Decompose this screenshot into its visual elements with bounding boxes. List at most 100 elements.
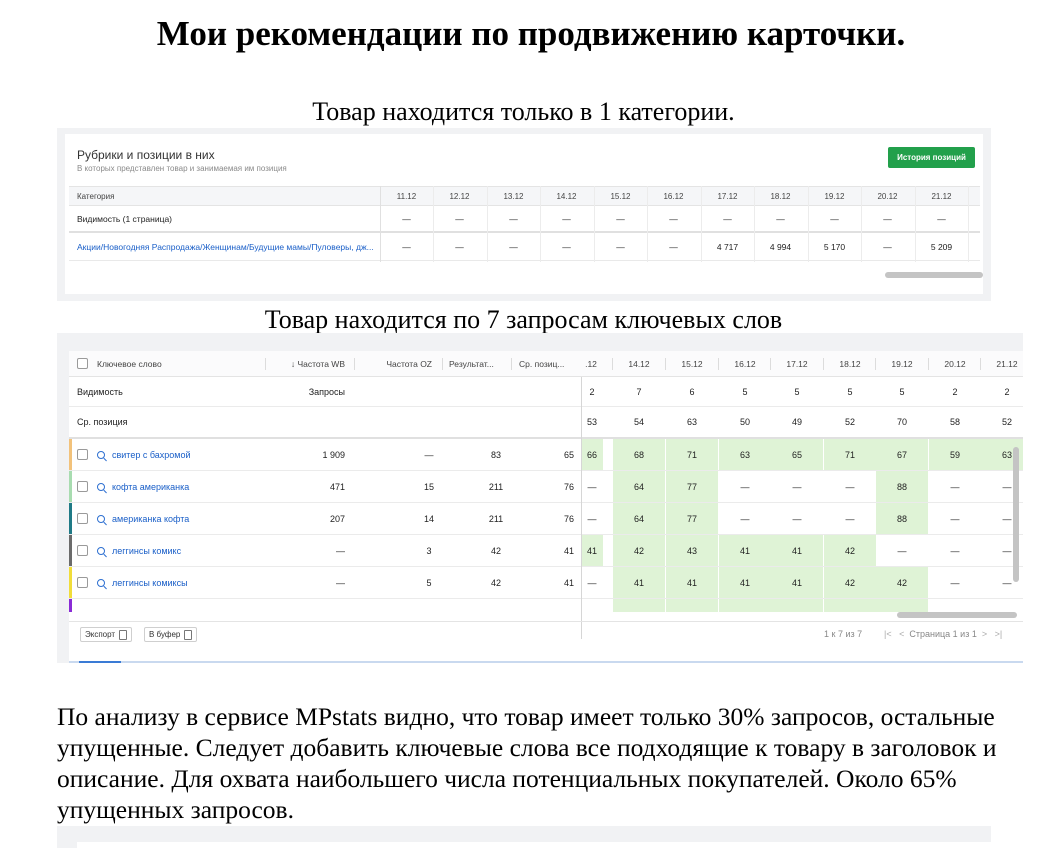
position-value: — bbox=[562, 242, 571, 252]
search-icon[interactable] bbox=[97, 514, 105, 523]
freq-wb-value: 207 bbox=[329, 513, 345, 524]
date-column-header[interactable]: 19.12 bbox=[876, 351, 928, 376]
search-icon[interactable] bbox=[97, 482, 105, 491]
keyword-row[interactable]: леггинсы комикс —3 42 41 41 42 43 41 41 42— — — bbox=[69, 535, 1023, 567]
keyword-row[interactable]: леггинсы комиксы —5 42 41—41 41 41 41 42 42— — bbox=[69, 567, 1023, 599]
keyword-cell[interactable]: свитер с бахромой bbox=[77, 439, 262, 470]
position-value: — bbox=[897, 545, 907, 556]
position-value-partial bbox=[824, 599, 876, 612]
row-checkbox[interactable] bbox=[77, 513, 88, 524]
date-column-header[interactable]: 16.12 bbox=[719, 351, 771, 376]
keyword-link[interactable]: леггинсы комикс bbox=[112, 546, 181, 556]
keyword-row[interactable]: свитер с бахромой 1 909—83 65 66 68 71 63 65 71 6… bbox=[69, 439, 1023, 471]
date-column-header[interactable]: 21.12 bbox=[981, 351, 1023, 376]
position-value: — bbox=[950, 513, 960, 524]
export-button[interactable]: Экспорт bbox=[80, 627, 133, 642]
column-divider bbox=[701, 186, 702, 262]
keyword-cell[interactable]: леггинсы комикс bbox=[77, 535, 262, 566]
next-screenshot-top bbox=[57, 826, 991, 848]
search-icon[interactable] bbox=[97, 546, 105, 555]
freq-wb-column-header[interactable]: ↓ Частота WB bbox=[265, 351, 345, 376]
keyword-row[interactable]: кофта американка 471 15 211 76—64 77— — —88— — bbox=[69, 471, 1023, 503]
position-value: — bbox=[845, 481, 855, 492]
keyword-link[interactable]: леггинсы комиксы bbox=[112, 578, 188, 588]
first-page-icon[interactable]: |< bbox=[884, 629, 892, 639]
position-value: 2 bbox=[589, 386, 595, 397]
category-column-header: Категория bbox=[77, 191, 115, 201]
freq-oz-column-header[interactable]: Частота OZ bbox=[354, 351, 432, 376]
keyword-link[interactable]: свитер с бахромой bbox=[112, 450, 191, 460]
keyword-row[interactable]: американка кофта 207 14 211 76—64 77— — —88— — bbox=[69, 503, 1023, 535]
frozen-column-divider bbox=[581, 377, 582, 639]
position-value: 41 bbox=[719, 567, 771, 598]
freq-wb-value: 1 909 bbox=[322, 449, 345, 460]
date-column-divider bbox=[665, 358, 666, 370]
keywords-screenshot: Ключевое слово ↓ Частота WB Частота OZ Р… bbox=[57, 333, 1023, 663]
column-divider bbox=[861, 186, 862, 262]
horizontal-scrollbar[interactable] bbox=[897, 612, 1017, 618]
date-column-header[interactable]: 17.12 bbox=[771, 351, 823, 376]
position-value: 50 bbox=[739, 417, 750, 427]
row-checkbox[interactable] bbox=[77, 545, 88, 556]
position-value: 41 bbox=[613, 567, 665, 598]
position-value: 5 bbox=[794, 386, 800, 397]
vertical-scrollbar[interactable] bbox=[1013, 447, 1019, 582]
avg-position-column-header[interactable]: Ср. позиц... bbox=[519, 351, 577, 376]
position-history-button[interactable]: История позиций bbox=[888, 147, 975, 168]
next-page-icon[interactable]: > bbox=[982, 629, 987, 639]
date-column-header[interactable]: .12 bbox=[581, 351, 601, 376]
horizontal-scrollbar[interactable] bbox=[885, 272, 983, 278]
keyword-cell[interactable]: леггинсы комиксы bbox=[77, 567, 262, 598]
date-column-divider bbox=[823, 358, 824, 370]
search-icon[interactable] bbox=[97, 450, 105, 459]
document-title: Мои рекомендации по продвижению карточки… bbox=[156, 14, 906, 53]
avg-position-value: 41 bbox=[563, 577, 574, 588]
clipboard-icon bbox=[184, 629, 193, 640]
position-value: — bbox=[740, 513, 750, 524]
date-column-header[interactable]: 15.12 bbox=[666, 351, 718, 376]
avg-position-value: 76 bbox=[563, 481, 574, 492]
position-value: — bbox=[950, 577, 960, 588]
category-label[interactable]: Акции/Новогодняя Распродажа/Женщинам/Буд… bbox=[77, 234, 407, 260]
position-value: 42 bbox=[824, 535, 876, 566]
keyword-link[interactable]: американка кофта bbox=[112, 514, 189, 524]
date-column-header[interactable]: 20.12 bbox=[929, 351, 981, 376]
date-column-header: 18.12 bbox=[770, 191, 791, 201]
row-checkbox[interactable] bbox=[77, 481, 88, 492]
keyword-color-marker bbox=[69, 599, 72, 612]
position-value: — bbox=[830, 213, 839, 224]
summary-label: Видимость bbox=[77, 386, 123, 397]
category-label: Видимость (1 страница) bbox=[77, 213, 173, 224]
position-value: 64 bbox=[613, 503, 665, 534]
freq-wb-value: — bbox=[336, 577, 345, 588]
position-value: 70 bbox=[896, 417, 907, 427]
results-column-header[interactable]: Результат... bbox=[449, 351, 509, 376]
date-column-header: 15.12 bbox=[610, 191, 631, 201]
pagination-count: 1 к 7 из 7 bbox=[824, 629, 863, 639]
select-all-checkbox[interactable] bbox=[77, 358, 88, 369]
keyword-cell[interactable]: кофта американка bbox=[77, 471, 262, 502]
keyword-cell[interactable]: американка кофта bbox=[77, 503, 262, 534]
position-value: 88 bbox=[876, 503, 928, 534]
category-row[interactable]: Акции/Новогодняя Распродажа/Женщинам/Буд… bbox=[69, 234, 980, 261]
position-value: — bbox=[402, 213, 411, 224]
position-value: 5 209 bbox=[930, 242, 953, 252]
position-value: 52 bbox=[1001, 417, 1012, 427]
prev-page-icon[interactable]: < bbox=[899, 629, 904, 639]
position-value: 5 bbox=[742, 386, 748, 397]
position-value-partial bbox=[876, 599, 928, 612]
position-value: 41 bbox=[771, 535, 823, 566]
last-page-icon[interactable]: >| bbox=[995, 629, 1003, 639]
position-value: 4 717 bbox=[716, 242, 739, 252]
position-value: 42 bbox=[876, 567, 928, 598]
keyword-link[interactable]: кофта американка bbox=[112, 482, 189, 492]
row-checkbox[interactable] bbox=[77, 577, 88, 588]
date-column-header[interactable]: 14.12 bbox=[613, 351, 665, 376]
position-value: 71 bbox=[824, 439, 876, 470]
keyword-column-header[interactable]: Ключевое слово bbox=[77, 351, 257, 376]
row-checkbox[interactable] bbox=[77, 449, 88, 460]
date-column-header[interactable]: 18.12 bbox=[824, 351, 876, 376]
search-icon[interactable] bbox=[97, 578, 105, 587]
date-column-divider bbox=[980, 358, 981, 370]
copy-to-clipboard-button[interactable]: В буфер bbox=[144, 627, 198, 642]
